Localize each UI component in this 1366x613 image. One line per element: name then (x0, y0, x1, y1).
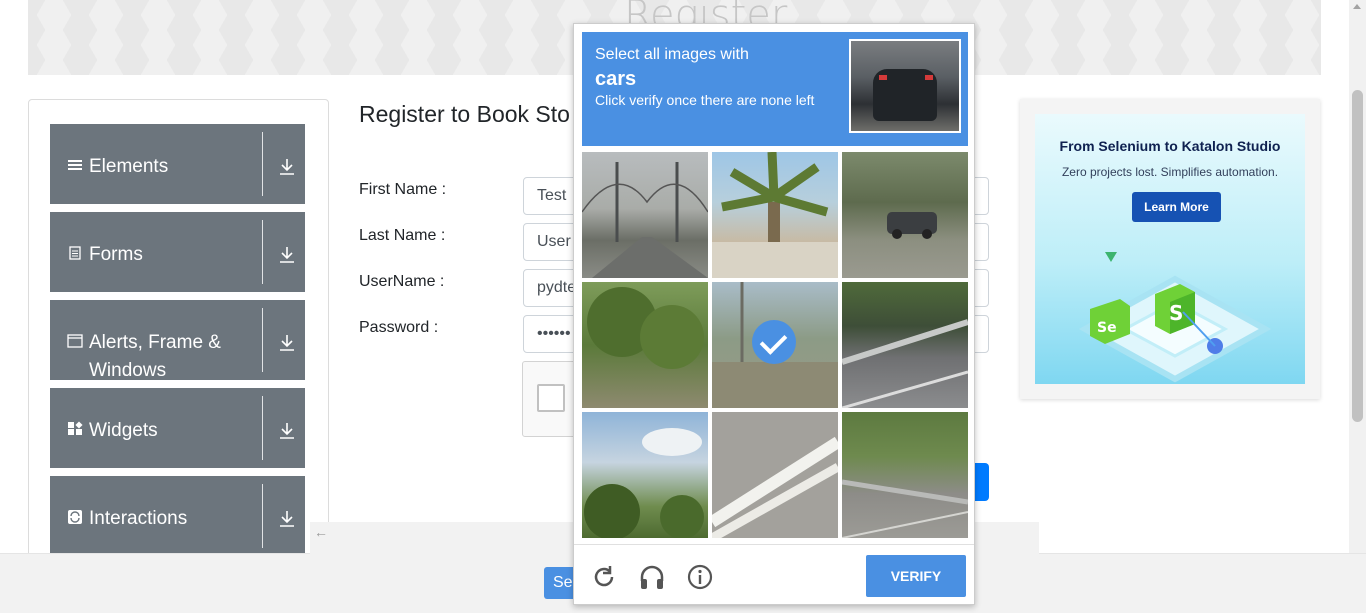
sidebar-group-alerts[interactable]: Alerts, Frame & Windows (50, 300, 305, 381)
tail-light (879, 75, 887, 80)
verify-button[interactable]: VERIFY (866, 555, 966, 597)
captcha-header: Select all images with cars Click verify… (582, 32, 968, 146)
roadside-image-icon (842, 479, 968, 538)
palm-tree-image-icon (712, 152, 838, 278)
widgets-icon (68, 421, 83, 435)
tail-light (925, 75, 933, 80)
recaptcha-checkbox[interactable] (537, 384, 565, 412)
back-arrow-icon[interactable]: ← (314, 524, 328, 540)
captcha-challenge: Select all images with cars Click verify… (573, 23, 975, 605)
learn-more-button[interactable]: Learn More (1132, 192, 1221, 222)
page: Register Elements Forms Alerts, Frame & … (0, 0, 1366, 613)
parked-car-image-icon (887, 212, 937, 239)
first-name-label: First Name : (359, 181, 447, 198)
download-arrow-icon[interactable] (279, 246, 295, 264)
scroll-up-arrow-icon[interactable] (1353, 4, 1361, 9)
reload-icon[interactable] (590, 563, 618, 591)
advertisement[interactable]: From Selenium to Katalon Studio Zero pro… (1020, 99, 1320, 399)
last-name-label: Last Name : (359, 227, 446, 244)
form-title: Register to Book Sto (359, 101, 570, 127)
captcha-tile[interactable] (712, 152, 838, 278)
download-arrow-icon[interactable] (279, 334, 295, 352)
sidebar: Elements Forms Alerts, Frame & Windows W… (28, 99, 329, 569)
svg-text:S: S (1169, 301, 1183, 325)
window-icon (67, 334, 83, 348)
sidebar-group-label: Alerts, Frame & Windows (89, 332, 221, 381)
captcha-instruction: Select all images with (595, 46, 749, 63)
captcha-sample-image (849, 39, 961, 133)
road-stripes-image-icon (712, 436, 838, 538)
road-guardrail-image-icon (842, 319, 968, 408)
captcha-tile[interactable] (582, 152, 708, 278)
captcha-target: cars (595, 68, 637, 90)
captcha-tile-selected[interactable] (712, 282, 838, 408)
sky-trees-image-icon (584, 428, 704, 538)
sidebar-group-label: Forms (89, 244, 143, 265)
audio-headphones-icon[interactable] (638, 563, 666, 591)
scroll-thumb[interactable] (1352, 90, 1363, 422)
ad-subtitle: Zero projects lost. Simplifies automatio… (1061, 165, 1279, 179)
sidebar-group-elements[interactable]: Elements (50, 124, 305, 204)
sidebar-group-label: Elements (89, 156, 169, 177)
sidebar-group-label: Interactions (89, 508, 188, 529)
document-icon (69, 246, 81, 260)
divider (262, 220, 263, 284)
submit-button[interactable]: Se (544, 567, 576, 599)
captcha-tile[interactable] (712, 412, 838, 538)
sidebar-group-label: Widgets (89, 420, 158, 441)
captcha-tile[interactable] (842, 152, 968, 278)
divider (262, 132, 263, 196)
download-arrow-icon[interactable] (279, 510, 295, 528)
divider (262, 308, 263, 372)
refresh-square-icon (68, 510, 82, 524)
svg-text:Se: Se (1097, 320, 1117, 336)
info-icon[interactable] (686, 563, 714, 591)
divider (262, 484, 263, 548)
captcha-hint: Click verify once there are none left (595, 92, 815, 108)
sidebar-group-forms[interactable]: Forms (50, 212, 305, 292)
captcha-tile[interactable] (582, 412, 708, 538)
captcha-tile[interactable] (842, 412, 968, 538)
bridge-image-icon (582, 162, 708, 278)
captcha-tile[interactable] (842, 282, 968, 408)
download-arrow-icon[interactable] (279, 158, 295, 176)
sidebar-group-interactions[interactable]: Interactions (50, 476, 305, 556)
captcha-image-grid (582, 152, 968, 538)
ad-title: From Selenium to Katalon Studio (1059, 138, 1281, 154)
username-label: UserName : (359, 273, 445, 290)
captcha-tile[interactable] (582, 282, 708, 408)
divider (262, 396, 263, 460)
ad-illustration-icon: S Se (1078, 252, 1272, 383)
ad-banner[interactable]: From Selenium to Katalon Studio Zero pro… (1035, 114, 1305, 384)
vertical-scrollbar[interactable] (1349, 0, 1366, 553)
trees-image-icon (587, 287, 704, 369)
hamburger-icon (68, 160, 82, 170)
password-label: Password : (359, 319, 439, 336)
captcha-footer: VERIFY (574, 544, 974, 605)
sidebar-group-widgets[interactable]: Widgets (50, 388, 305, 468)
selected-check-icon (752, 320, 796, 364)
download-arrow-icon[interactable] (279, 422, 295, 440)
